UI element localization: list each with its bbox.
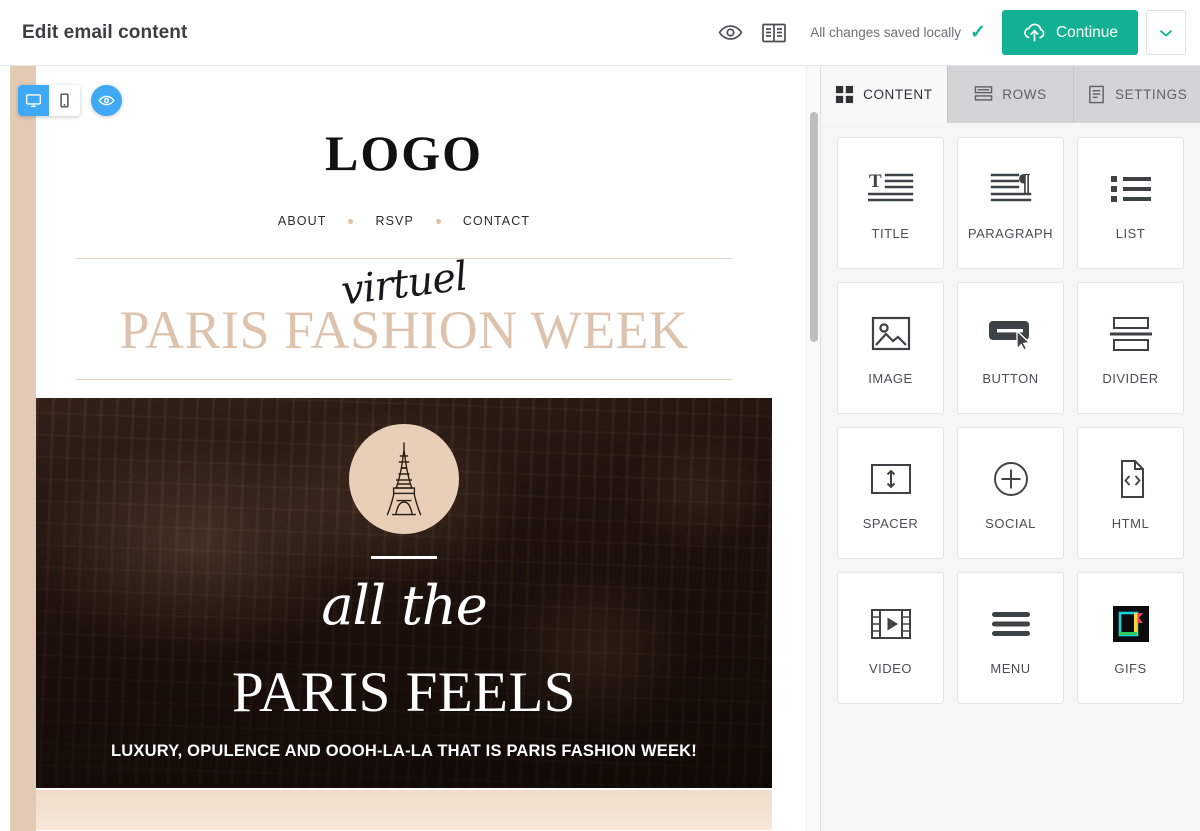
content-block-video-label: VIDEO [869, 662, 912, 677]
settings-icon [1087, 85, 1106, 104]
nav-dot-icon [436, 219, 441, 224]
content-block-paragraph-label: PARAGRAPH [968, 227, 1053, 242]
email-nav-link-rsvp[interactable]: RSVP [375, 214, 413, 228]
content-block-menu-label: MENU [990, 662, 1030, 677]
content-block-social[interactable]: SOCIAL [957, 427, 1064, 559]
desktop-icon [25, 92, 42, 109]
email-divider-under-headline [76, 379, 732, 380]
content-block-paragraph[interactable]: ¶ PARAGRAPH [957, 137, 1064, 269]
email-nav-menu: ABOUT RSVP CONTACT [36, 214, 772, 228]
gifs-icon [1111, 600, 1151, 648]
hero-title: PARIS FEELS [36, 660, 772, 725]
email-hero-block[interactable]: all the PARIS FEELS LUXURY, OPULENCE AND… [36, 398, 772, 788]
video-icon [869, 600, 913, 648]
content-block-divider-label: DIVIDER [1102, 372, 1158, 387]
grid-icon [835, 85, 854, 104]
canvas-preview-button[interactable] [91, 85, 122, 116]
content-block-list-label: LIST [1116, 227, 1145, 242]
email-nav-link-about[interactable]: ABOUT [278, 214, 327, 228]
hero-rule [371, 556, 437, 559]
social-icon [992, 455, 1030, 503]
content-block-menu[interactable]: MENU [957, 572, 1064, 704]
button-icon [987, 310, 1035, 358]
email-canvas: LOGO ABOUT RSVP CONTACT PARIS FASHION WE… [0, 66, 820, 831]
save-status-label: All changes saved locally [810, 25, 961, 40]
mobile-icon [56, 92, 73, 109]
book-preview-icon[interactable] [752, 11, 796, 55]
cloud-upload-icon [1022, 22, 1047, 43]
device-toggle-group [18, 85, 80, 116]
eiffel-tower-icon [377, 440, 431, 518]
mobile-view-button[interactable] [49, 85, 80, 116]
tab-content[interactable]: CONTENT [821, 66, 948, 123]
paragraph-icon: ¶ [988, 165, 1034, 213]
nav-dot-icon [348, 219, 353, 224]
content-block-divider[interactable]: DIVIDER [1077, 282, 1184, 414]
content-block-button-label: BUTTON [982, 372, 1038, 387]
chevron-down-icon [1158, 27, 1174, 39]
device-preview-toolbar [18, 85, 122, 116]
content-blocks-grid: T TITLE ¶ PARAGRAPH [821, 123, 1200, 718]
content-block-button[interactable]: BUTTON [957, 282, 1064, 414]
spacer-icon [869, 455, 913, 503]
content-block-image-label: IMAGE [868, 372, 912, 387]
email-template-body: LOGO ABOUT RSVP CONTACT PARIS FASHION WE… [36, 66, 772, 831]
divider-icon [1109, 310, 1153, 358]
html-icon [1114, 455, 1148, 503]
hero-subtitle: LUXURY, OPULENCE AND OOOH-LA-LA THAT IS … [36, 742, 772, 761]
rows-icon [974, 85, 993, 104]
tab-settings[interactable]: SETTINGS [1074, 66, 1200, 123]
content-block-gifs-label: GIFS [1114, 662, 1146, 677]
content-block-list[interactable]: LIST [1077, 137, 1184, 269]
preview-eye-icon[interactable] [708, 11, 752, 55]
image-icon [871, 310, 911, 358]
canvas-scrollbar[interactable] [806, 66, 820, 831]
email-headline-main: PARIS FASHION WEEK [76, 299, 732, 361]
sidebar-tabs: CONTENT ROWS SETTINGS [821, 66, 1200, 123]
page-title: Edit email content [22, 22, 187, 44]
menu-icon [990, 600, 1032, 648]
tab-content-label: CONTENT [863, 87, 932, 102]
content-block-social-label: SOCIAL [985, 517, 1036, 532]
content-block-html[interactable]: HTML [1077, 427, 1184, 559]
svg-text:¶: ¶ [1018, 170, 1031, 196]
content-block-video[interactable]: VIDEO [837, 572, 944, 704]
hero-script-text: all the [36, 574, 772, 637]
canvas-side-strip [10, 66, 36, 831]
content-block-html-label: HTML [1112, 517, 1149, 532]
email-next-section [36, 790, 772, 830]
content-block-gifs[interactable]: GIFS [1077, 572, 1184, 704]
save-status-check-icon: ✓ [970, 21, 986, 44]
eye-icon [98, 92, 115, 109]
continue-button[interactable]: Continue [1002, 10, 1138, 55]
canvas-scrollbar-thumb[interactable] [810, 112, 818, 342]
header-actions: All changes saved locally ✓ Continue [708, 10, 1186, 55]
list-icon [1109, 165, 1153, 213]
app-header: Edit email content All changes saved loc… [0, 0, 1200, 66]
continue-dropdown-button[interactable] [1146, 10, 1186, 55]
continue-button-label: Continue [1056, 24, 1118, 42]
eiffel-tower-badge [349, 424, 459, 534]
content-block-spacer-label: SPACER [863, 517, 919, 532]
tab-rows-label: ROWS [1002, 87, 1046, 102]
content-block-title-label: TITLE [872, 227, 910, 242]
email-headline-block[interactable]: PARIS FASHION WEEK virtuel [76, 259, 732, 375]
desktop-view-button[interactable] [18, 85, 49, 116]
title-icon: T [868, 165, 914, 213]
tab-rows[interactable]: ROWS [948, 66, 1075, 123]
email-nav-link-contact[interactable]: CONTACT [463, 214, 530, 228]
content-block-title[interactable]: T TITLE [837, 137, 944, 269]
email-logo[interactable]: LOGO [36, 66, 772, 182]
tab-settings-label: SETTINGS [1115, 87, 1187, 102]
content-block-image[interactable]: IMAGE [837, 282, 944, 414]
svg-text:T: T [869, 171, 882, 192]
editor-sidebar: CONTENT ROWS SETTINGS [820, 66, 1200, 831]
content-block-spacer[interactable]: SPACER [837, 427, 944, 559]
